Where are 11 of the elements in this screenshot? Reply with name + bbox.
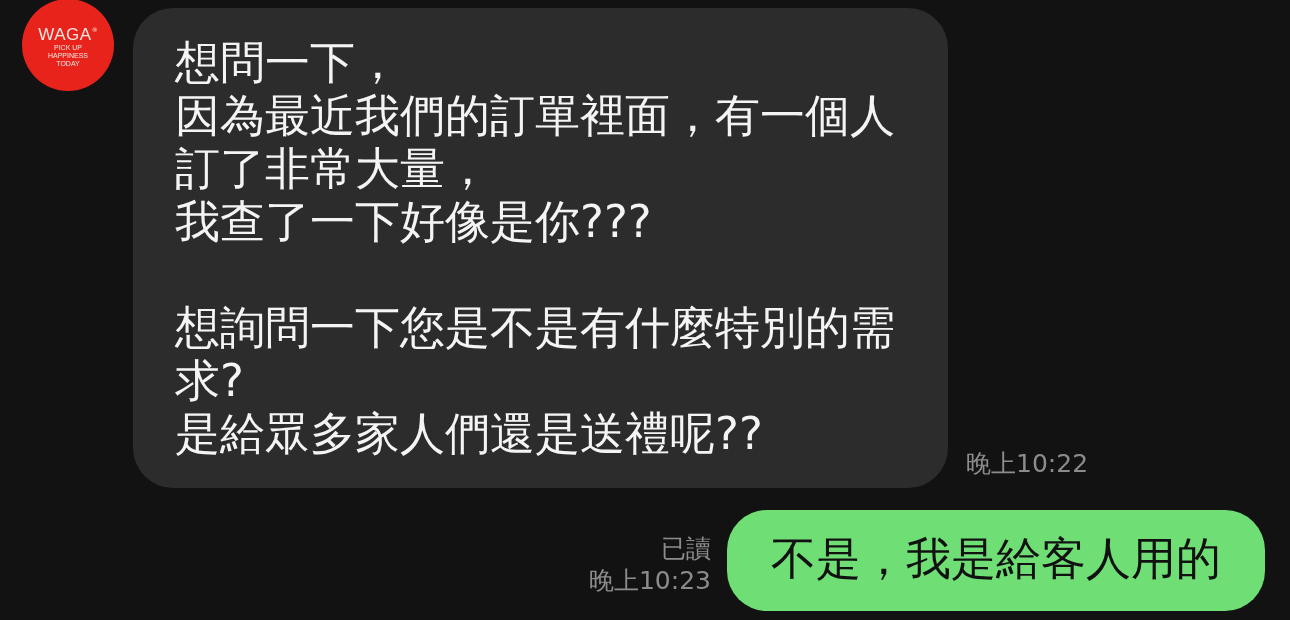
logo-text: WAGA [38,26,92,44]
read-receipt: 已讀 [661,533,711,565]
message-line: 想詢問一下您是不是有什麼特別的需求? [175,301,896,407]
timestamp: 晚上10:22 [966,448,1089,480]
message-bubble: 不是，我是給客人用的 [727,510,1265,611]
message-line: 訂了非常大量， [175,142,490,195]
message-line: 是給眾多家人們還是送禮呢?? [175,407,763,460]
message-line: 想問一下， [175,36,400,89]
message-line: 因為最近我們的訂單裡面，有一個人 [175,89,895,142]
message-line: 我查了一下好像是你??? [175,195,652,248]
timestamp: 晚上10:23 [588,565,711,597]
